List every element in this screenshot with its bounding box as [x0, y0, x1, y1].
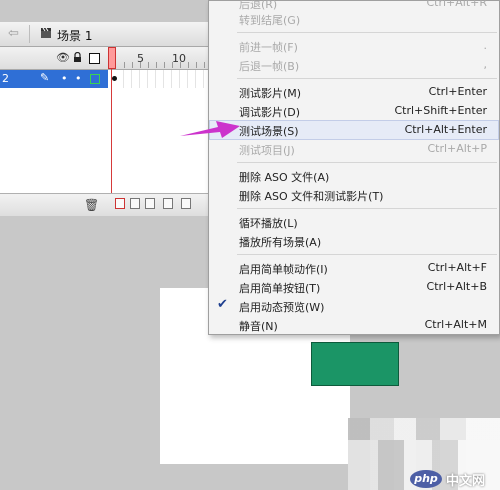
modify-markers-icon[interactable] — [181, 198, 191, 209]
menu-item-enable-simple-buttons[interactable]: 启用简单按钮(T) Ctrl+Alt+B — [209, 277, 499, 297]
edit-multiple-frames-icon[interactable] — [163, 198, 173, 209]
menu-item-enable-live-preview[interactable]: ✔ 启用动态预览(W) — [209, 296, 499, 316]
timeline-footer: 🗑 — [0, 193, 210, 216]
lock-icon[interactable] — [73, 52, 82, 63]
menu-item-step-backward[interactable]: 后退一帧(B), — [209, 55, 499, 75]
menu-item-delete-aso[interactable]: 删除 ASO 文件(A) — [209, 166, 499, 186]
watermark-text: 中文网 — [446, 474, 486, 489]
lock-dot-icon[interactable]: • — [75, 72, 82, 85]
menu-separator — [237, 32, 497, 33]
menu-item-go-to-end[interactable]: 转到结尾(G) — [209, 9, 499, 29]
outline-toggle-icon[interactable] — [89, 53, 100, 64]
watermark: php 中文网 — [410, 468, 500, 490]
divider — [29, 25, 30, 43]
pencil-icon: ✎ — [40, 71, 50, 84]
ruler-tick — [188, 62, 189, 68]
green-rectangle[interactable] — [311, 342, 399, 386]
visibility-dot-icon[interactable]: • — [61, 72, 68, 85]
ruler-tick — [196, 62, 197, 68]
watermark-logo: php — [410, 470, 442, 488]
ruler-tick — [172, 62, 173, 68]
menu-item-test-scene[interactable]: 测试场景(S) Ctrl+Alt+Enter — [209, 120, 499, 140]
scene-clapper-icon — [41, 27, 51, 38]
ruler-tick — [148, 62, 149, 68]
timeline-header: 👁 5 10 — [0, 47, 210, 70]
control-menu: 后退(R) Ctrl+Alt+R 转到结尾(G) 前进一帧(F). 后退一帧(B)… — [208, 0, 500, 335]
layer-row[interactable]: 2 ✎ • • — [0, 70, 108, 88]
menu-item-step-forward[interactable]: 前进一帧(F). — [209, 36, 499, 56]
scene-bar: ⇦ 场景 1 — [0, 22, 210, 47]
ruler-tick — [124, 62, 125, 68]
playhead-handle[interactable] — [108, 47, 116, 69]
menu-separator — [237, 254, 497, 255]
ruler-tick — [140, 62, 141, 68]
ruler-tick — [164, 62, 165, 68]
ruler-tick — [180, 62, 181, 68]
ruler-tick — [132, 62, 133, 68]
annotation-arrow-icon — [180, 121, 240, 138]
center-frame-icon[interactable] — [115, 198, 125, 209]
menu-item-loop-playback[interactable]: 循环播放(L) — [209, 212, 499, 232]
checkmark-icon: ✔ — [217, 297, 228, 312]
frame-cells[interactable] — [116, 70, 210, 88]
delete-layer-icon[interactable]: 🗑 — [84, 198, 99, 212]
menu-item-play-all-scenes[interactable]: 播放所有场景(A) — [209, 231, 499, 251]
menu-item-test-project[interactable]: 测试项目(J) Ctrl+Alt+P — [209, 139, 499, 159]
eye-icon[interactable]: 👁 — [56, 51, 70, 64]
menu-item-debug-movie[interactable]: 调试影片(D) Ctrl+Shift+Enter — [209, 101, 499, 121]
menu-separator — [237, 78, 497, 79]
menu-item-delete-aso-and-test[interactable]: 删除 ASO 文件和测试影片(T) — [209, 185, 499, 205]
ruler-tick — [204, 62, 205, 68]
menu-separator — [237, 162, 497, 163]
outline-color-icon[interactable] — [90, 74, 100, 84]
menu-separator — [237, 208, 497, 209]
layer-name[interactable]: 2 — [2, 72, 9, 85]
back-arrow-icon[interactable]: ⇦ — [8, 26, 19, 41]
menu-item-enable-simple-frame-actions[interactable]: 启用简单帧动作(I) Ctrl+Alt+F — [209, 258, 499, 278]
scene-label[interactable]: 场景 1 — [57, 27, 92, 44]
onion-outline-icon[interactable] — [145, 198, 155, 209]
menu-item-test-movie[interactable]: 测试影片(M) Ctrl+Enter — [209, 82, 499, 102]
ruler-tick — [156, 62, 157, 68]
onion-skin-icon[interactable] — [130, 198, 140, 209]
menu-item-mute[interactable]: 静音(N) Ctrl+Alt+M — [209, 315, 499, 335]
ruler-label: 10 — [172, 52, 186, 65]
